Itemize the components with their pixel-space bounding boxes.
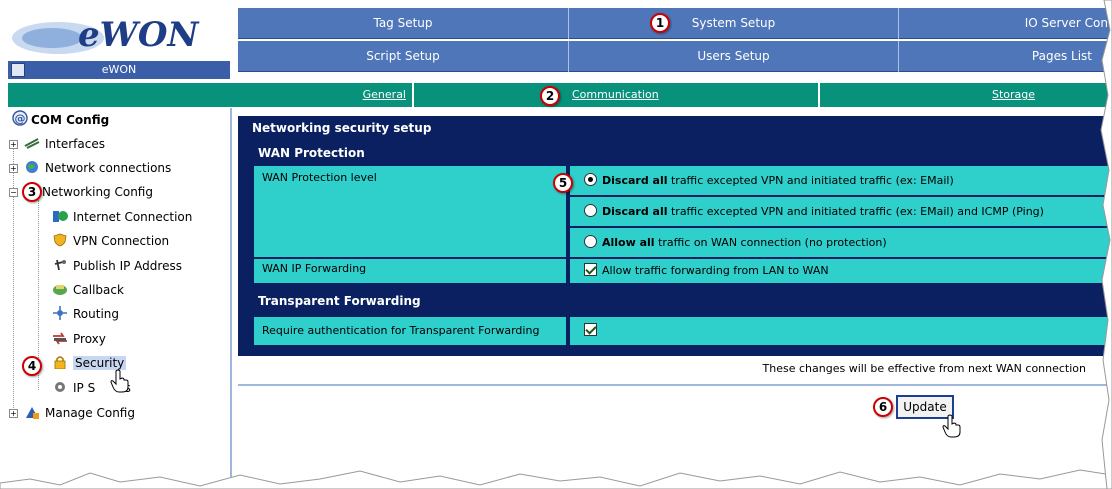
wan-level-label: WAN Protection level: [254, 166, 568, 257]
collapse-icon[interactable]: −: [9, 188, 18, 197]
tree-item-label: Callback: [73, 283, 124, 297]
torn-edge-bottom: [0, 469, 1112, 489]
wan-option-3[interactable]: Allow all traffic on WAN connection (no …: [570, 228, 1112, 257]
callout-6: 6: [873, 397, 893, 417]
menu-system-setup[interactable]: System Setup: [569, 8, 899, 39]
globe-icon: [26, 161, 38, 173]
tree-item-label: Interfaces: [45, 137, 105, 151]
tree-item-label-fragment: IP S: [73, 381, 96, 395]
at-sign-icon: @: [12, 110, 28, 126]
option-bold: Discard all: [602, 174, 668, 187]
tree-item-routing[interactable]: Routing: [52, 304, 119, 324]
tree-item-label: Networking Config: [42, 185, 153, 199]
tree-item-networking-config[interactable]: Networking Config: [42, 182, 153, 202]
tree-item-label: Publish IP Address: [73, 259, 182, 273]
top-menu-row-1: Tag Setup System Setup IO Server Con: [238, 8, 1112, 39]
option-text: traffic on WAN connection (no protection…: [654, 236, 887, 249]
menu-users-setup[interactable]: Users Setup: [569, 41, 899, 72]
wan-ip-forwarding-value[interactable]: Allow traffic forwarding from LAN to WAN: [570, 259, 1112, 283]
internet-connection-icon: [53, 211, 68, 222]
hand-cursor-icon: [942, 414, 961, 438]
top-menu-row-2: Script Setup Users Setup Pages List: [238, 41, 1112, 72]
radio-unselected[interactable]: [584, 204, 597, 217]
wan-option-1[interactable]: Discard all traffic excepted VPN and ini…: [570, 166, 1112, 195]
tree-item-manage-config[interactable]: Manage Config: [24, 403, 135, 423]
tree-item-proxy[interactable]: Proxy: [52, 329, 106, 349]
torn-edge-right: [1100, 0, 1112, 489]
expand-icon[interactable]: +: [9, 140, 18, 149]
sub-tabs: General Communication Storage: [8, 83, 1112, 107]
tree-item-internet-connection[interactable]: Internet Connection: [52, 207, 192, 227]
tree-guide-line: [13, 144, 14, 414]
wan-section-title: WAN Protection: [258, 146, 365, 160]
radio-selected[interactable]: [584, 173, 597, 186]
transparent-section-title: Transparent Forwarding: [258, 294, 421, 308]
callout-5: 5: [553, 173, 573, 193]
tree-item-label: Network connections: [45, 161, 172, 175]
tree-item-callback[interactable]: Callback: [52, 280, 124, 300]
callout-1: 1: [650, 13, 670, 33]
transparent-auth-value[interactable]: [570, 317, 1112, 345]
option-text: traffic excepted VPN and initiated traff…: [667, 174, 954, 187]
panel-title: Networking security setup: [252, 121, 432, 135]
transparent-auth-label: Require authentication for Transparent F…: [254, 317, 568, 345]
wan-option-2[interactable]: Discard all traffic excepted VPN and ini…: [570, 197, 1112, 226]
checkbox-label: Allow traffic forwarding from LAN to WAN: [602, 264, 829, 277]
proxy-icon: [53, 332, 67, 345]
tree-root-label: COM Config: [31, 113, 110, 127]
tree-root[interactable]: @ COM Config: [12, 110, 109, 130]
tree-item-network-connections[interactable]: Network connections: [24, 158, 171, 178]
lock-icon: [54, 356, 66, 369]
menu-tag-setup[interactable]: Tag Setup: [238, 8, 569, 39]
shield-icon: [53, 233, 67, 247]
logo-bar: eWON: [8, 61, 230, 79]
config-tree: @ COM Config + Interfaces + Network conn…: [8, 108, 232, 489]
interfaces-icon: [24, 138, 40, 149]
radio-unselected[interactable]: [584, 235, 597, 248]
menu-io-server-config[interactable]: IO Server Con: [899, 8, 1112, 39]
tree-item-vpn-connection[interactable]: VPN Connection: [52, 231, 169, 251]
tab-general[interactable]: General: [8, 83, 414, 107]
transparent-auth-checkbox[interactable]: [584, 323, 597, 336]
callout-3: 3: [22, 182, 42, 202]
callout-4: 4: [22, 356, 42, 376]
logo-bar-label: eWON: [101, 63, 137, 76]
wan-ip-forwarding-label: WAN IP Forwarding: [254, 259, 568, 283]
ewon-logo: eWON eWON: [8, 8, 230, 79]
home-icon[interactable]: [11, 63, 25, 77]
tree-item-label: Manage Config: [45, 406, 135, 420]
svg-text:@: @: [15, 112, 26, 125]
tree-item-label: VPN Connection: [73, 234, 170, 248]
option-text: traffic excepted VPN and initiated traff…: [667, 205, 1044, 218]
gear-icon: [55, 382, 65, 392]
expand-icon[interactable]: +: [9, 164, 18, 173]
tab-communication[interactable]: Communication: [414, 83, 820, 107]
callback-icon: [53, 285, 67, 295]
expand-icon[interactable]: +: [9, 409, 18, 418]
tree-item-label: Internet Connection: [73, 210, 193, 224]
menu-script-setup[interactable]: Script Setup: [238, 41, 569, 72]
tree-item-publish-ip[interactable]: Publish IP Address: [52, 256, 182, 276]
ewon-logo-mark: eWON: [12, 15, 200, 55]
option-bold: Discard all: [602, 205, 668, 218]
wan-ip-forwarding-checkbox[interactable]: [584, 263, 597, 276]
tree-item-label: Proxy: [73, 332, 106, 346]
callout-2: 2: [540, 86, 560, 106]
security-panel: Networking security setup WAN Protection…: [238, 116, 1112, 356]
effective-note: These changes will be effective from nex…: [762, 362, 1086, 375]
menu-pages-list[interactable]: Pages List: [899, 41, 1112, 72]
divider: [238, 384, 1112, 386]
logo-text: eWON: [78, 15, 200, 55]
tab-storage[interactable]: Storage: [820, 83, 1112, 107]
tree-item-label: Routing: [73, 307, 120, 321]
tree-item-interfaces[interactable]: Interfaces: [24, 134, 105, 154]
publish-ip-icon: [54, 259, 66, 271]
hand-cursor-icon: [110, 369, 129, 393]
tree-item-label: Security: [73, 356, 127, 370]
manage-config-icon: [26, 407, 39, 419]
option-bold: Allow all: [602, 236, 655, 249]
routing-icon: [53, 306, 67, 320]
